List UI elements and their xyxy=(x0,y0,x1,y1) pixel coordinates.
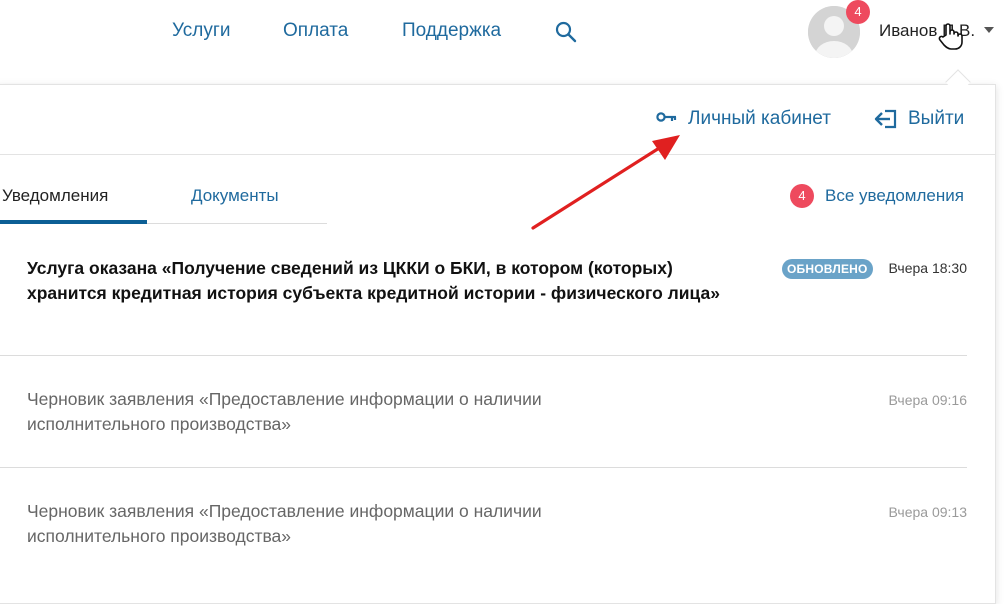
nav-services-link[interactable]: Услуги xyxy=(172,20,230,42)
dropdown-top-bar xyxy=(0,84,996,155)
all-notifications-count-badge: 4 xyxy=(790,184,814,208)
updated-status-badge: ОБНОВЛЕНО xyxy=(782,259,873,279)
logout-link[interactable]: Выйти xyxy=(874,107,964,131)
all-notifications-label: Все уведомления xyxy=(825,186,964,205)
notification-time: Вчера 09:16 xyxy=(888,392,967,408)
notification-text: Черновик заявления «Предоставление инфор… xyxy=(27,389,542,434)
user-name[interactable]: Иванов П.В. xyxy=(879,21,975,41)
notification-item[interactable]: Услуга оказана «Получение сведений из ЦК… xyxy=(0,224,967,356)
tab-notifications[interactable]: Уведомления xyxy=(2,186,108,206)
all-notifications-link[interactable]: 4 Все уведомления xyxy=(790,184,964,208)
chevron-down-icon[interactable] xyxy=(984,27,994,33)
notification-text: Черновик заявления «Предоставление инфор… xyxy=(27,501,542,546)
notification-item[interactable]: Черновик заявления «Предоставление инфор… xyxy=(0,468,967,588)
notification-tabs: Уведомления Документы xyxy=(0,170,327,224)
notification-time: Вчера 09:13 xyxy=(888,504,967,520)
notification-text: Услуга оказана «Получение сведений из ЦК… xyxy=(27,258,720,303)
notification-item[interactable]: Черновик заявления «Предоставление инфор… xyxy=(0,356,967,468)
personal-cabinet-link[interactable]: Личный кабинет xyxy=(656,107,831,131)
personal-cabinet-label: Личный кабинет xyxy=(688,108,831,129)
nav-support-link[interactable]: Поддержка xyxy=(402,20,501,42)
notification-time: Вчера 18:30 xyxy=(888,260,967,276)
tab-documents[interactable]: Документы xyxy=(191,186,279,206)
search-icon[interactable] xyxy=(554,20,578,44)
logout-icon xyxy=(874,109,897,129)
logout-label: Выйти xyxy=(908,108,965,129)
top-header: Услуги Оплата Поддержка 4 Иванов П.В. xyxy=(0,0,1007,80)
avatar-notification-badge: 4 xyxy=(846,0,870,24)
nav-payment-link[interactable]: Оплата xyxy=(283,20,348,42)
key-icon xyxy=(656,112,677,122)
